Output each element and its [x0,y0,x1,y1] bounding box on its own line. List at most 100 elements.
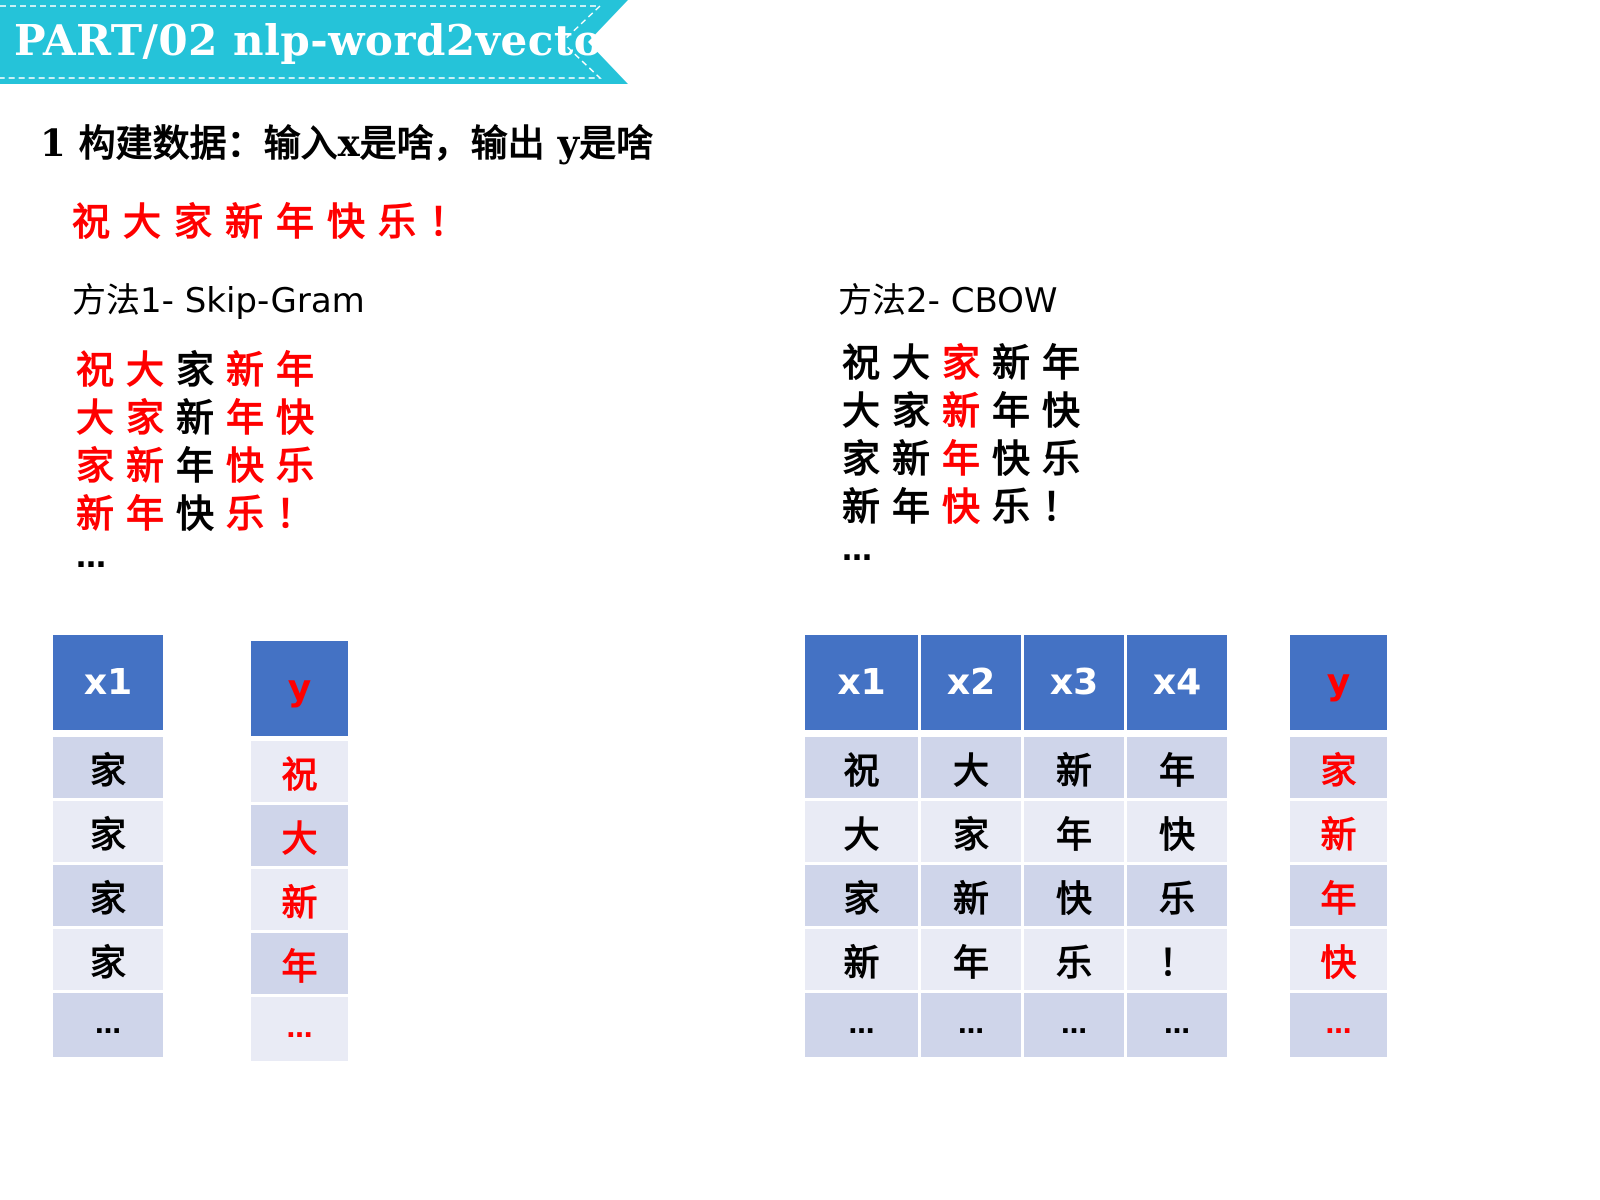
window-char: 家 [76,444,115,488]
window-row: 新年快乐！ [842,483,1092,531]
window-row: 祝大家新年 [76,346,326,394]
table-cell: … [1127,993,1227,1057]
window-char: 乐 [992,485,1031,529]
window-char: 快 [992,437,1031,481]
table-cell: … [805,993,918,1057]
table-cell: 祝 [805,737,918,798]
table-cell: 大 [921,737,1021,798]
table-cell: … [1290,993,1387,1057]
window-char: ！ [276,492,315,536]
table-cell: 家 [921,801,1021,862]
table-cell: 快 [1290,929,1387,990]
window-char: 家 [942,341,981,385]
window-char: 快 [942,485,981,529]
window-char: 年 [126,492,165,536]
window-char: 快 [226,444,265,488]
skipgram-label: 方法1- Skip-Gram [72,281,365,321]
cbow-label: 方法2- CBOW [838,281,1058,321]
table-cell: 新 [1290,801,1387,862]
table-cell: 年 [921,929,1021,990]
window-char: 年 [1042,341,1081,385]
table-cell: 新 [1024,737,1124,798]
window-ellipsis: … [842,533,872,568]
skipgram-windows: 祝大家新年大家新年快家新年快乐新年快乐！… [76,346,326,586]
window-char: 新 [176,396,215,440]
table-cell: 大 [805,801,918,862]
table-cell: 年 [1290,865,1387,926]
table-cell: … [1024,993,1124,1057]
table-cell: 家 [53,737,163,798]
window-char: 年 [226,396,265,440]
table-cell: 乐 [1127,865,1227,926]
table-cell: 家 [53,929,163,990]
table-cell: 乐 [1024,929,1124,990]
window-char: 快 [176,492,215,536]
window-row: 家新年快乐 [842,435,1092,483]
window-char: 新 [892,437,931,481]
banner-title: PART/02 nlp-word2vector [14,16,625,65]
column-header-x4: x4 [1127,635,1227,730]
window-char: 乐 [276,444,315,488]
column-header-x3: x3 [1024,635,1124,730]
table-cell: 家 [1290,737,1387,798]
column-header-x2: x2 [921,635,1021,730]
window-char: 家 [842,437,881,481]
window-char: 快 [276,396,315,440]
window-char: 大 [842,389,881,433]
title-banner: PART/02 nlp-word2vector [0,0,645,84]
window-char: 新 [992,341,1031,385]
table-cell: … [251,997,348,1061]
column-header-x1: x1 [805,635,918,730]
window-char: 新 [76,492,115,536]
table-cell: 年 [1024,801,1124,862]
window-char: 新 [842,485,881,529]
window-char: 年 [176,444,215,488]
table-cell: 家 [53,865,163,926]
section-title: 1 构建数据：输入x是啥，输出 y是啥 [40,121,654,165]
window-char: 年 [942,437,981,481]
cbow-windows: 祝大家新年大家新年快家新年快乐新年快乐！… [842,339,1092,579]
window-char: 家 [126,396,165,440]
window-char: ！ [1042,485,1081,529]
window-row: 大家新年快 [76,394,326,442]
table-cell: 快 [1127,801,1227,862]
table-cell: … [921,993,1021,1057]
table-cell: 新 [805,929,918,990]
window-char: 大 [76,396,115,440]
example-sentence: 祝大家新年快乐！ [72,200,481,244]
window-char: 家 [892,389,931,433]
window-char: 乐 [1042,437,1081,481]
window-char: 年 [276,348,315,392]
window-char: 大 [126,348,165,392]
table-cell: ！ [1127,929,1227,990]
table-cell: 新 [921,865,1021,926]
window-char: 祝 [842,341,881,385]
window-row: 家新年快乐 [76,442,326,490]
window-char: 新 [226,348,265,392]
window-char: 新 [942,389,981,433]
window-row: 祝大家新年 [842,339,1092,387]
column-header-x1: x1 [53,635,163,730]
window-char: 大 [892,341,931,385]
column-header-y: y [1290,635,1387,730]
table-cell: 年 [251,933,348,994]
table-cell: 新 [251,869,348,930]
column-header-y: y [251,641,348,736]
window-char: 年 [892,485,931,529]
table-cell: 大 [251,805,348,866]
table-cell: … [53,993,163,1057]
window-char: 家 [176,348,215,392]
table-cell: 年 [1127,737,1227,798]
window-ellipsis: … [76,540,106,575]
window-char: 祝 [76,348,115,392]
window-char: 年 [992,389,1031,433]
window-row: 大家新年快 [842,387,1092,435]
window-row: 新年快乐！ [76,490,326,538]
window-char: 乐 [226,492,265,536]
table-cell: 家 [805,865,918,926]
table-cell: 家 [53,801,163,862]
table-cell: 快 [1024,865,1124,926]
table-cell: 祝 [251,741,348,802]
window-char: 快 [1042,389,1081,433]
window-char: 新 [126,444,165,488]
